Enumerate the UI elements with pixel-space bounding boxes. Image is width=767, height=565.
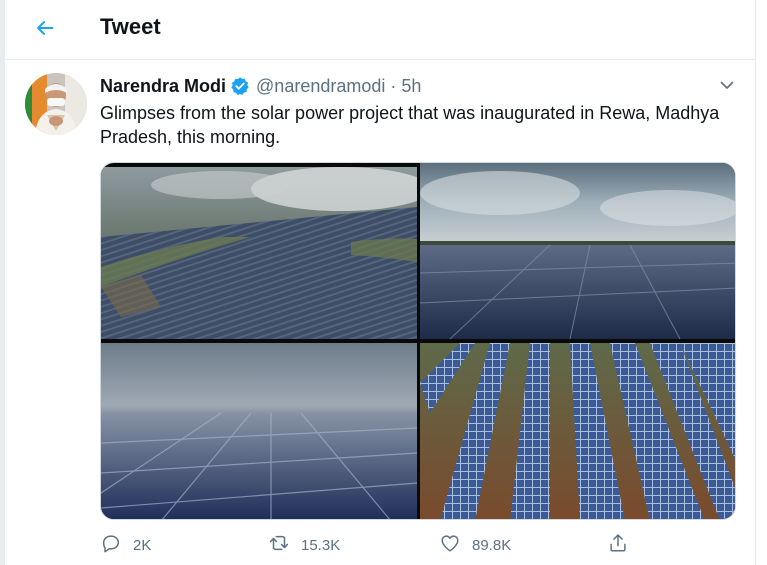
avatar[interactable] (25, 73, 87, 135)
like-count: 89.8K (472, 536, 512, 554)
retweet-button[interactable]: 15.3K (268, 532, 340, 558)
media-photo-2[interactable] (420, 163, 735, 339)
back-button[interactable] (27, 12, 63, 48)
more-options-button[interactable] (716, 76, 738, 98)
media-grid (100, 162, 736, 520)
left-border (0, 0, 5, 565)
retweet-icon (268, 532, 290, 558)
arrow-left-icon (34, 17, 56, 44)
right-border (755, 0, 756, 565)
share-button[interactable] (607, 532, 629, 558)
reply-button[interactable]: 2K (100, 532, 151, 558)
chevron-down-icon (719, 77, 735, 98)
page-header: Tweet (5, 0, 755, 60)
tweet-text: Glimpses from the solar power project th… (100, 103, 720, 147)
page-title: Tweet (100, 14, 161, 39)
tweet-actions: 2K 15.3K 89.8K (100, 532, 640, 558)
verified-badge-icon (230, 76, 250, 96)
heart-icon (439, 532, 461, 558)
like-button[interactable]: 89.8K (439, 532, 511, 558)
reply-count: 2K (133, 536, 152, 554)
share-icon (607, 532, 629, 558)
media-photo-1[interactable] (101, 167, 417, 339)
author-handle[interactable]: @narendramodi (256, 76, 385, 97)
media-photo-4[interactable] (420, 343, 735, 519)
tweet-header: Narendra Modi @narendramodi · 5h (100, 74, 421, 98)
tweet-timestamp[interactable]: 5h (401, 76, 421, 97)
retweet-count: 15.3K (301, 536, 341, 554)
author-name[interactable]: Narendra Modi (100, 76, 226, 97)
reply-icon (100, 532, 122, 558)
meta-separator: · (390, 75, 397, 96)
media-photo-3[interactable] (101, 343, 417, 519)
